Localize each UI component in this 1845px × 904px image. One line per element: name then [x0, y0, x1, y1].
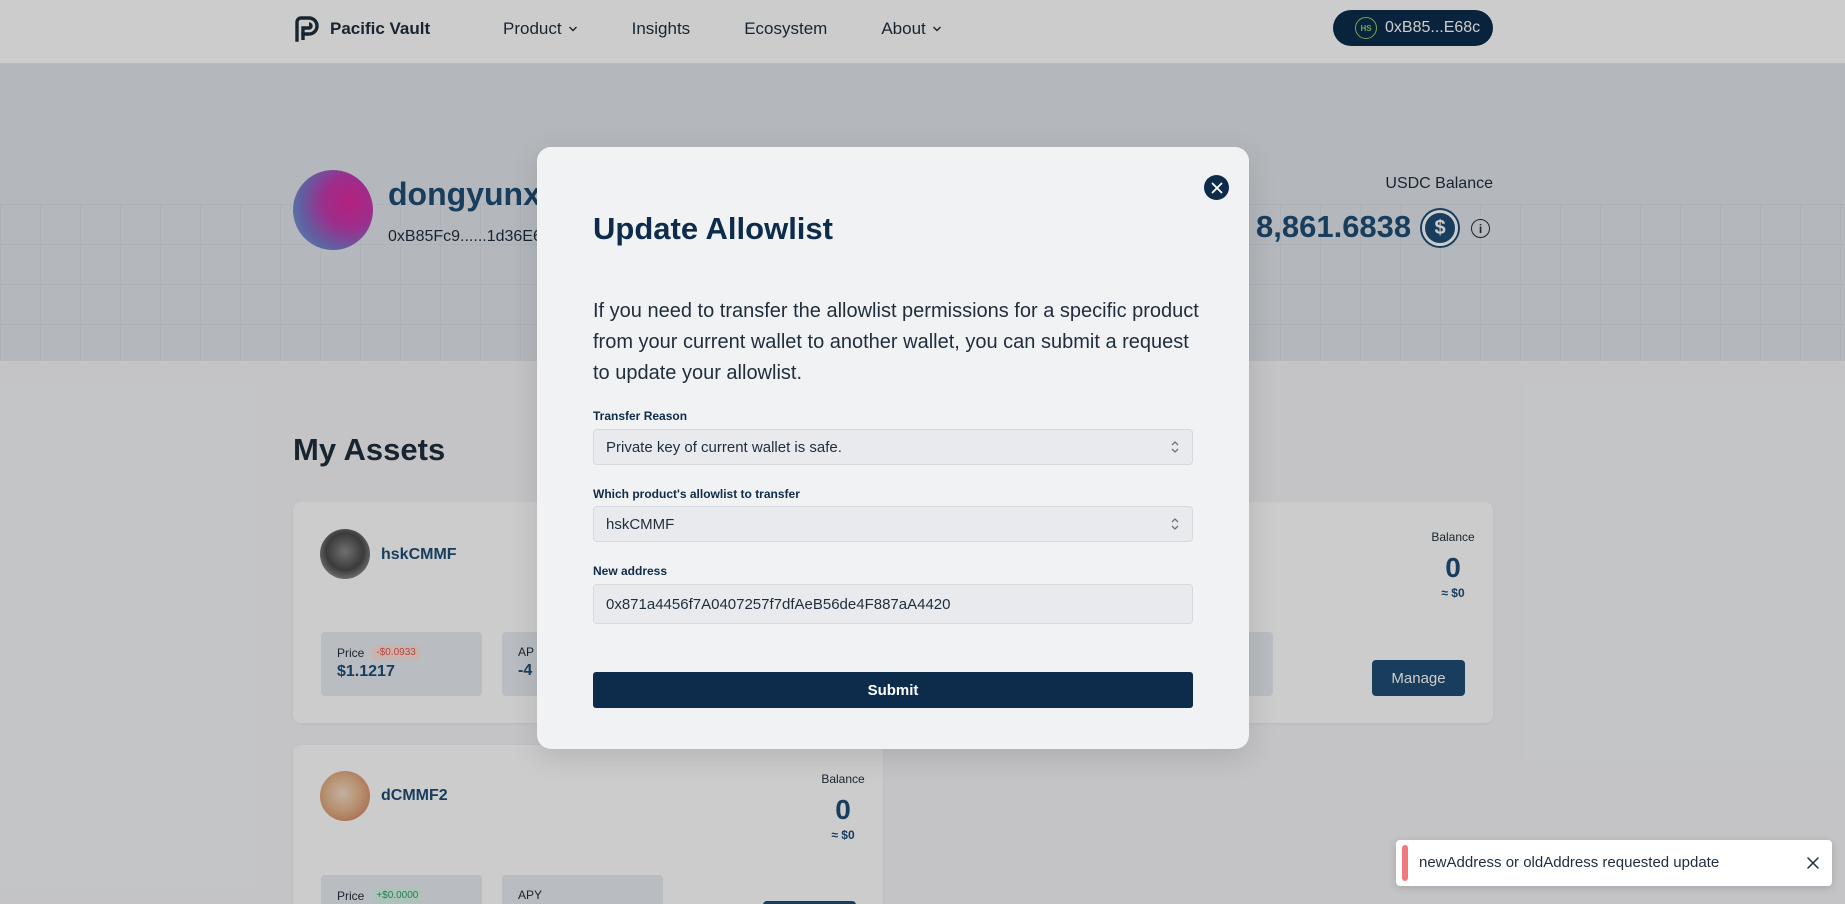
new-address-input[interactable]: 0x871a4456f7A0407257f7dfAeB56de4F887aA44…: [593, 584, 1193, 624]
toast-accent-bar: [1402, 845, 1408, 881]
transfer-reason-select[interactable]: Private key of current wallet is safe.: [593, 429, 1193, 465]
new-address-label: New address: [593, 564, 668, 578]
close-modal-button[interactable]: [1204, 175, 1229, 200]
product-value: hskCMMF: [606, 515, 675, 533]
transfer-reason-value: Private key of current wallet is safe.: [606, 438, 842, 456]
submit-button[interactable]: Submit: [593, 672, 1193, 708]
error-toast: newAddress or oldAddress requested updat…: [1396, 840, 1832, 886]
modal-description: If you need to transfer the allowlist pe…: [593, 300, 1199, 384]
select-arrows-icon: [1171, 441, 1179, 453]
product-select[interactable]: hskCMMF: [593, 506, 1193, 542]
modal-title: Update Allowlist: [593, 211, 833, 246]
product-label: Which product's allowlist to transfer: [593, 487, 800, 501]
toast-message: newAddress or oldAddress requested updat…: [1419, 854, 1720, 871]
select-arrows-icon: [1171, 518, 1179, 530]
update-allowlist-modal: Update Allowlist If you need to transfer…: [537, 147, 1249, 749]
close-icon[interactable]: [1806, 856, 1820, 870]
transfer-reason-label: Transfer Reason: [593, 409, 688, 423]
close-icon: [1211, 182, 1222, 193]
